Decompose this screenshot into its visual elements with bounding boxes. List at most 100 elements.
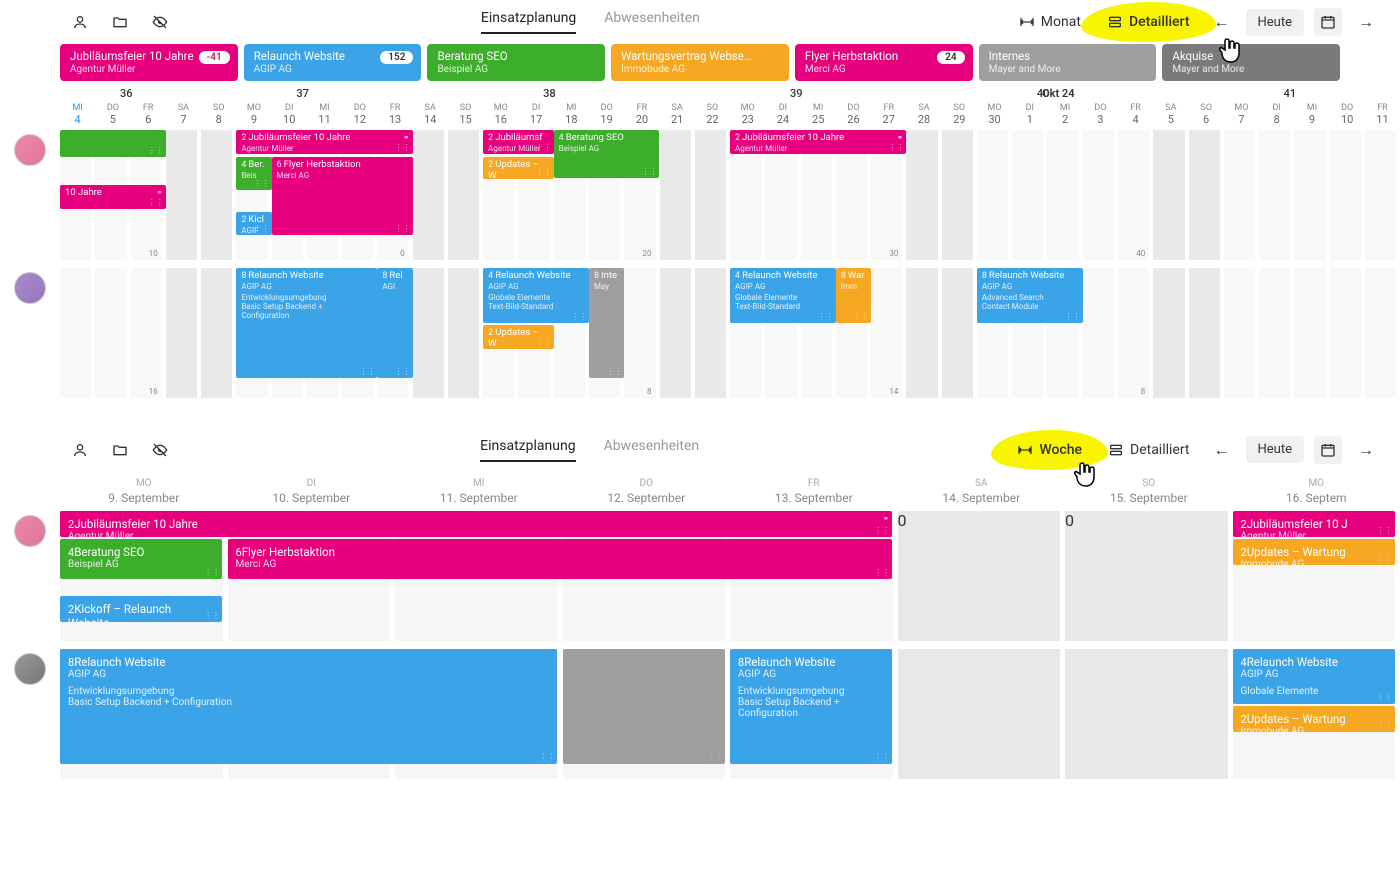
nav-next[interactable]: →	[1352, 436, 1380, 464]
day-of-month[interactable]: 11	[1365, 113, 1400, 130]
day-cell[interactable]	[695, 268, 730, 398]
day-cell[interactable]	[1224, 130, 1259, 260]
nav-prev[interactable]: ←	[1208, 436, 1236, 464]
day-of-month[interactable]: 30	[977, 113, 1012, 130]
day-cell[interactable]	[906, 268, 941, 398]
view-woche-highlighted[interactable]: Woche	[1009, 438, 1090, 462]
day-of-month[interactable]: 2	[1047, 113, 1082, 130]
nav-next[interactable]: →	[1352, 8, 1380, 36]
today-button[interactable]: Heute	[1246, 9, 1304, 36]
calendar-icon[interactable]	[1314, 436, 1342, 464]
day-cell[interactable]	[898, 649, 1066, 779]
day-of-month[interactable]: 15	[448, 113, 483, 130]
day-of-month[interactable]: 17	[518, 113, 553, 130]
week-date[interactable]: 12. September	[563, 491, 731, 511]
avatar[interactable]	[14, 653, 46, 685]
avatar[interactable]	[14, 272, 46, 304]
day-cell[interactable]: 14	[871, 268, 906, 398]
day-cell[interactable]	[95, 268, 130, 398]
task-block[interactable]: 2Jubiläumsfeier 10 JahreAgentur Müller⚭⋮…	[236, 130, 412, 154]
day-cell[interactable]	[1012, 130, 1047, 260]
day-of-month[interactable]: 3	[1083, 113, 1118, 130]
day-of-month[interactable]: 9	[1294, 113, 1329, 130]
day-of-month[interactable]: 26	[836, 113, 871, 130]
day-cell[interactable]	[1224, 268, 1259, 398]
week-date[interactable]: 13. September	[730, 491, 898, 511]
day-of-month[interactable]: 27	[871, 113, 906, 130]
day-of-month[interactable]: 6	[1189, 113, 1224, 130]
task-block[interactable]: 2JubiläumsfAgentur Müller⋮⋮	[483, 130, 554, 154]
day-of-month[interactable]: 9	[236, 113, 271, 130]
task-block[interactable]: 2Updates – WartungImmobude AG⋮⋮	[1233, 539, 1395, 565]
week-date[interactable]: 16. Septem	[1233, 491, 1400, 511]
task-block[interactable]: 8WarImm⋮⋮	[836, 268, 871, 323]
day-of-month[interactable]: 10	[1330, 113, 1365, 130]
tab-einsatzplanung[interactable]: Einsatzplanung	[481, 10, 576, 34]
day-cell[interactable]: 0	[1065, 511, 1233, 641]
week-date[interactable]: 15. September	[1065, 491, 1233, 511]
day-of-month[interactable]: 14	[413, 113, 448, 130]
task-block[interactable]: 4Ber.Beis⋮⋮	[236, 157, 271, 190]
day-cell[interactable]	[942, 268, 977, 398]
task-block[interactable]: 8Relaunch WebsiteAGIP AGAdvanced SearchC…	[977, 268, 1083, 323]
day-of-month[interactable]: 8	[1259, 113, 1294, 130]
task-block[interactable]: 2Updates – WImmobude AG⋮⋮	[483, 325, 554, 349]
day-cell[interactable]	[1189, 268, 1224, 398]
day-cell[interactable]: 8	[624, 268, 659, 398]
day-of-month[interactable]: 24	[765, 113, 800, 130]
day-cell[interactable]	[1294, 268, 1329, 398]
day-cell[interactable]	[413, 130, 448, 260]
week-date[interactable]: 14. September	[898, 491, 1066, 511]
day-of-month[interactable]: 7	[166, 113, 201, 130]
week-date[interactable]: 9. September	[60, 491, 228, 511]
task-block[interactable]: 2Updates – WImmobude AG⋮⋮	[483, 157, 554, 179]
day-cell[interactable]	[977, 130, 1012, 260]
day-of-month[interactable]: 4	[1118, 113, 1153, 130]
task-block[interactable]: 4Relaunch WebsiteAGIP AGGlobale Elemente…	[730, 268, 836, 323]
day-of-month[interactable]: 21	[660, 113, 695, 130]
day-cell[interactable]	[1365, 130, 1400, 260]
task-block[interactable]: 4Beratung SEOBeispiel AG⋮⋮	[60, 539, 222, 579]
day-cell[interactable]	[1365, 268, 1400, 398]
day-cell[interactable]	[1330, 268, 1365, 398]
day-of-month[interactable]: 1	[1012, 113, 1047, 130]
day-of-month[interactable]: 28	[906, 113, 941, 130]
day-cell[interactable]	[448, 268, 483, 398]
day-cell[interactable]	[166, 268, 201, 398]
day-of-month[interactable]: 6	[131, 113, 166, 130]
day-cell[interactable]	[1047, 130, 1082, 260]
day-cell[interactable]	[1153, 130, 1188, 260]
week-date[interactable]: 11. September	[395, 491, 563, 511]
day-of-month[interactable]: 5	[1153, 113, 1188, 130]
task-block[interactable]: 2Jubiläumsfeier 10 JahreAgentur Müller⚭⋮…	[730, 130, 906, 154]
day-of-month[interactable]: 19	[589, 113, 624, 130]
day-cell[interactable]	[1330, 130, 1365, 260]
week-date[interactable]: 10. September	[228, 491, 396, 511]
task-block[interactable]: ⋮⋮	[563, 649, 725, 764]
project-card[interactable]: AkquiseMayer and More	[1162, 44, 1340, 81]
day-cell[interactable]: 8	[1118, 268, 1153, 398]
day-of-month[interactable]: 25	[801, 113, 836, 130]
day-cell[interactable]	[1083, 130, 1118, 260]
task-block[interactable]: 8InteMay⋮⋮	[589, 268, 624, 378]
day-of-month[interactable]: 4	[60, 113, 95, 130]
avatar[interactable]	[14, 515, 46, 547]
eye-off-icon[interactable]	[150, 440, 170, 460]
day-of-month[interactable]: 10	[272, 113, 307, 130]
user-icon[interactable]	[70, 440, 90, 460]
task-block[interactable]: 6Flyer HerbstaktionMerci AG⋮⋮	[228, 539, 893, 579]
task-block[interactable]: ⋮⋮	[60, 130, 166, 157]
tab-einsatzplanung[interactable]: Einsatzplanung	[480, 438, 575, 462]
task-block[interactable]: 10 Jahre⚭⋮⋮	[60, 185, 166, 209]
task-block[interactable]: 2Kickoff – Relaunch WebsiteAGIP AG⋮⋮	[60, 596, 222, 622]
day-cell[interactable]	[448, 130, 483, 260]
avatar[interactable]	[14, 134, 46, 166]
view-detailliert-highlighted[interactable]: Detailliert	[1099, 10, 1198, 34]
tab-abwesenheiten[interactable]: Abwesenheiten	[604, 438, 700, 462]
day-of-month[interactable]: 8	[201, 113, 236, 130]
task-block[interactable]: 4Beratung SEOBeispiel AG⋮⋮	[554, 130, 660, 178]
view-detailliert[interactable]: Detailliert	[1100, 438, 1198, 462]
project-card[interactable]: Flyer HerbstaktionMerci AG24	[795, 44, 973, 81]
day-cell[interactable]	[1153, 268, 1188, 398]
day-of-month[interactable]: 29	[942, 113, 977, 130]
